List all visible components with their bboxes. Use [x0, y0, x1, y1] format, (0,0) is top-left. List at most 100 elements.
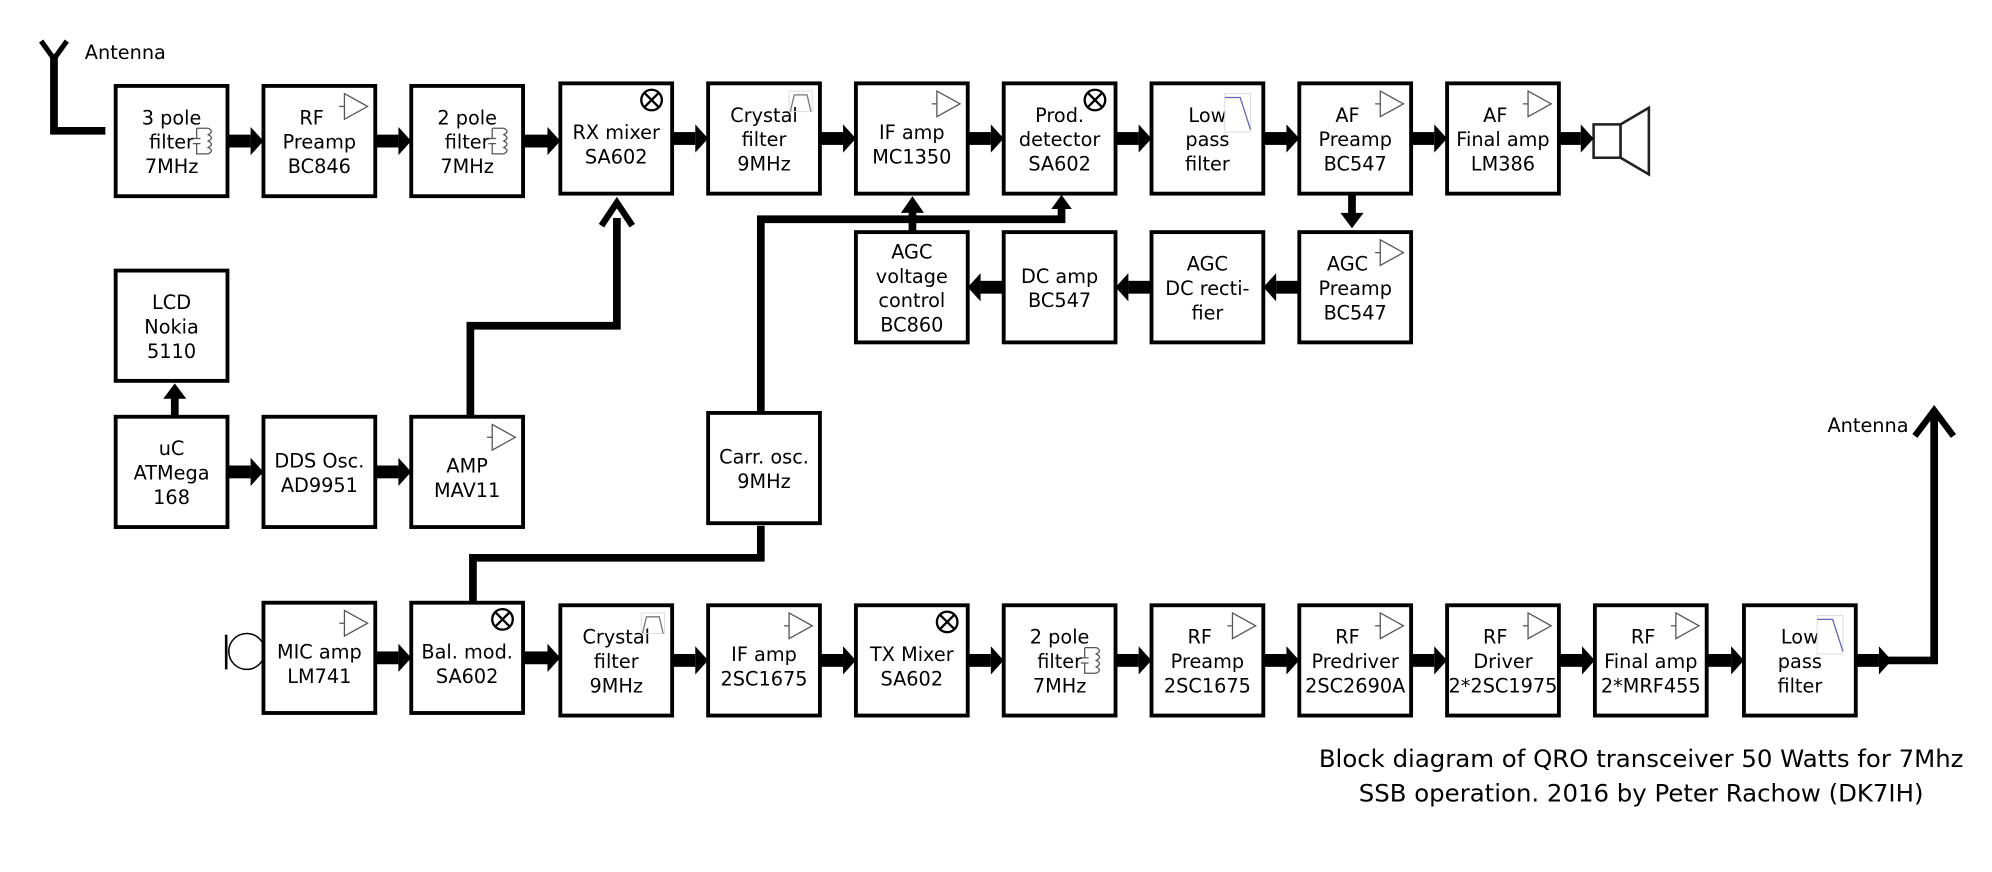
arrow-tx-final-to-tx-lpf	[1706, 646, 1744, 675]
arrow-rx-2pole-to-rx-mixer	[523, 126, 561, 156]
block-label-line: Low	[1781, 626, 1819, 649]
block-label-line: pass	[1185, 128, 1229, 151]
block-rx-af-preamp: AFPreampBC547	[1297, 81, 1414, 196]
block-label-line: Driver	[1473, 650, 1532, 673]
block-label-line: DC amp	[1021, 265, 1098, 288]
block-label-line: SA602	[436, 665, 499, 688]
block-label-line: 7MHz	[1033, 674, 1086, 697]
arrow-uc-to-dds	[227, 457, 264, 487]
block-label-line: LCD	[152, 291, 191, 314]
caption-line-1: Block diagram of QRO transceiver 50 Watt…	[1319, 744, 1964, 773]
block-label-line: SA602	[1028, 153, 1091, 176]
block-label-line: AF	[1483, 104, 1507, 127]
arrow-tx-crystal-to-tx-if-amp	[672, 646, 709, 675]
block-agc-dc-amp: DC ampBC547	[1001, 230, 1118, 345]
block-label-line: AGC	[1187, 253, 1228, 276]
antenna-rx-icon: Antenna	[39, 39, 166, 64]
block-label-line: AGC	[1327, 253, 1368, 276]
arrow-tx-mic-amp-to-tx-bal-mod	[375, 643, 412, 672]
block-label-line: SA602	[881, 667, 944, 690]
block-label-line: 2 pole	[1030, 626, 1090, 649]
block-label-line: DDS Osc.	[274, 449, 364, 472]
arrowhead-lcd	[163, 383, 187, 399]
block-label-line: 2*2SC1975	[1449, 674, 1558, 697]
block-tx-lpf: Lowpassfilter	[1742, 603, 1858, 718]
block-rx-prod-det: Prod.detectorSA602	[1001, 81, 1118, 196]
block-label-line: filter	[445, 131, 490, 154]
block-label-line: filter	[1185, 153, 1230, 176]
block-rx-af-final: AFFinal ampLM386	[1445, 81, 1561, 196]
arrow-rx-lpf-to-rx-af-preamp	[1263, 124, 1300, 153]
block-label-line: 168	[153, 486, 190, 509]
arrow-af-final-to-speaker	[1558, 124, 1594, 153]
arrowhead-agc-preamp	[1340, 212, 1364, 229]
block-label-line: IF amp	[879, 121, 945, 144]
block-label-line: DC recti-	[1165, 277, 1249, 300]
block-label-line: BC547	[1324, 153, 1387, 176]
block-label-line: filter	[594, 650, 639, 673]
antenna-tx-label: Antenna	[1827, 414, 1908, 437]
arrow-rx-rf-preamp-to-rx-2pole	[375, 126, 412, 156]
block-label-line: AMP	[446, 455, 487, 478]
block-tx-mic-amp: MIC ampLM741	[261, 600, 378, 715]
block-label-line: BC547	[1324, 301, 1387, 324]
block-label-line: 9MHz	[737, 470, 790, 493]
block-label-line: Nokia	[144, 315, 199, 338]
block-label-line: SA602	[585, 146, 648, 169]
speaker-icon	[1592, 105, 1651, 177]
arrow-agc-preamp-to-agc-rectifier	[1263, 273, 1300, 302]
block-tx-crystal: Crystalfilter9MHz	[558, 603, 675, 718]
block-carrier-osc: Carr. osc.9MHz	[706, 410, 822, 526]
block-label-line: MC1350	[872, 146, 951, 169]
block-lcd: LCDNokia5110	[113, 268, 230, 383]
block-label-line: RF	[1483, 626, 1507, 649]
block-label-line: Final amp	[1456, 128, 1549, 151]
block-tx-bal-mod: Bal. mod.SA602	[409, 600, 525, 715]
block-label-line: filter	[1037, 650, 1082, 673]
arrow-tx-if-amp-to-tx-mixer	[819, 646, 856, 675]
block-label-line: RF	[1335, 626, 1359, 649]
arrow-rx-crystal-to-rx-if-amp	[819, 124, 856, 153]
block-tx-final: RFFinal amp2*MRF455	[1592, 603, 1709, 718]
caption-line-2: SSB operation. 2016 by Peter Rachow (DK7…	[1359, 778, 1924, 807]
block-agc-voltage: AGCvoltagecontrolBC860	[853, 230, 970, 345]
block-uc: uCATMega168	[113, 414, 230, 529]
block-label-line: Preamp	[1318, 277, 1391, 300]
block-label-line: fier	[1191, 301, 1223, 324]
arrow-agc-dc-amp-to-agc-voltage	[967, 273, 1004, 302]
arrow-tx-lpf-out	[1855, 646, 1892, 675]
arrow-tx-bal-mod-to-tx-crystal	[523, 643, 561, 672]
block-label-line: 7MHz	[145, 155, 198, 178]
block-label-line: BC547	[1028, 289, 1091, 312]
block-dds: DDS Osc.AD9951	[261, 414, 378, 529]
block-label-line: pass	[1778, 650, 1822, 673]
block-rx-crystal: Crystalfilter9MHz	[706, 81, 822, 196]
arrow-rx-3pole-to-rx-rf-preamp	[227, 126, 264, 156]
wire-carrier-balmod	[469, 525, 765, 603]
block-rx-mixer: RX mixerSA602	[558, 81, 675, 196]
block-agc-preamp: AGCPreampBC547	[1297, 230, 1414, 345]
wire-antenna-rx	[50, 53, 106, 135]
block-label-line: 5110	[147, 340, 196, 363]
block-label-line: Crystal	[730, 104, 798, 127]
block-label-line: ATMega	[134, 462, 210, 485]
block-label-line: Preamp	[283, 131, 356, 154]
block-tx-predriver: RFPredriver2SC2690A	[1297, 603, 1414, 718]
block-label-line: detector	[1019, 128, 1100, 151]
wire-lpf-antenna-tx	[1878, 415, 1939, 665]
block-rx-2pole: 2 polefilter7MHz	[409, 83, 525, 199]
block-label-line: 2SC1675	[721, 667, 808, 690]
arrow-rx-mixer-to-rx-crystal	[672, 124, 709, 153]
arrow-tx-mixer-to-tx-2pole	[967, 646, 1004, 675]
blocks: 3 polefilter7MHzRFPreampBC8462 polefilte…	[113, 81, 1858, 718]
block-label-line: Crystal	[582, 626, 650, 649]
block-label-line: 2 pole	[437, 106, 497, 129]
arrow-rx-prod-det-to-rx-lpf	[1115, 124, 1152, 153]
block-tx-rf-preamp: RFPreamp2SC1675	[1149, 603, 1266, 718]
block-rx-3pole: 3 polefilter7MHz	[113, 83, 230, 199]
block-label-line: control	[878, 289, 945, 312]
block-tx-driver: RFDriver2*2SC1975	[1445, 603, 1561, 718]
block-label-line: voltage	[876, 265, 948, 288]
block-label-line: Carr. osc.	[719, 446, 809, 469]
block-label-line: 2SC1675	[1164, 674, 1251, 697]
